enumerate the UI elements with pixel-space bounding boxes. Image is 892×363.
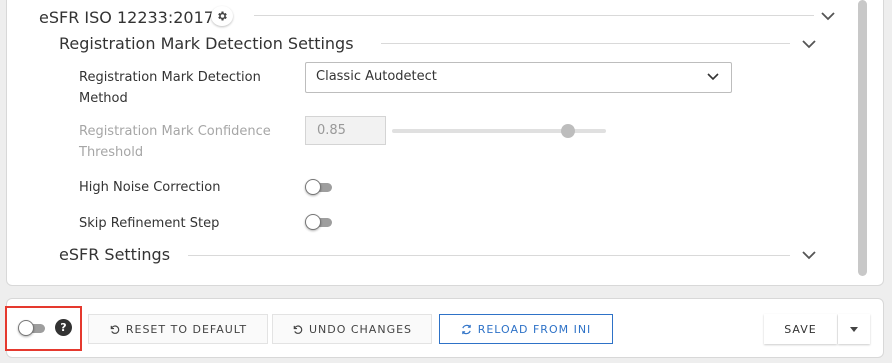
divider [254, 15, 814, 16]
chevron-down-icon[interactable] [802, 39, 816, 49]
high-noise-toggle[interactable] [305, 179, 332, 195]
undo-icon [110, 324, 120, 334]
skip-refinement-label: Skip Refinement Step [79, 216, 220, 231]
help-icon[interactable]: ? [55, 319, 72, 336]
reset-label: RESET TO DEFAULT [125, 322, 248, 336]
detection-method-label: Registration Mark Detection Method [79, 70, 261, 106]
save-dropdown-button[interactable] [838, 314, 870, 344]
caret-down-icon [850, 326, 858, 332]
gear-icon[interactable] [211, 6, 233, 26]
chevron-down-icon[interactable] [802, 250, 816, 260]
undo-changes-button[interactable]: UNDO CHANGES [272, 314, 432, 344]
reset-to-default-button[interactable]: RESET TO DEFAULT [88, 314, 268, 344]
footer-toggle[interactable] [18, 320, 45, 336]
undo-icon [293, 324, 303, 334]
registration-section-title[interactable]: Registration Mark Detection Settings [59, 34, 354, 53]
skip-refinement-toggle[interactable] [305, 214, 332, 230]
confidence-slider-thumb[interactable] [561, 124, 575, 138]
high-noise-label: High Noise Correction [79, 180, 221, 195]
reload-label: RELOAD FROM INI [477, 322, 592, 336]
divider [381, 43, 790, 44]
chevron-down-icon [707, 73, 719, 81]
detection-method-value: Classic Autodetect [316, 69, 437, 84]
detection-method-select[interactable]: Classic Autodetect [305, 62, 732, 93]
confidence-threshold-input[interactable]: 0.85 [305, 116, 386, 145]
esfr-section-title[interactable]: eSFR ISO 12233:2017 [39, 8, 214, 27]
confidence-threshold-label: Registration Mark Confidence Threshold [79, 124, 271, 160]
chevron-down-icon[interactable] [821, 11, 835, 21]
divider [188, 255, 790, 256]
esfr-settings-title[interactable]: eSFR Settings [59, 245, 170, 264]
undo-label: UNDO CHANGES [308, 322, 413, 336]
sync-icon [461, 324, 471, 334]
save-button[interactable]: SAVE [764, 314, 837, 344]
reload-from-ini-button[interactable]: RELOAD FROM INI [439, 314, 613, 344]
scrollbar[interactable] [858, 0, 867, 276]
